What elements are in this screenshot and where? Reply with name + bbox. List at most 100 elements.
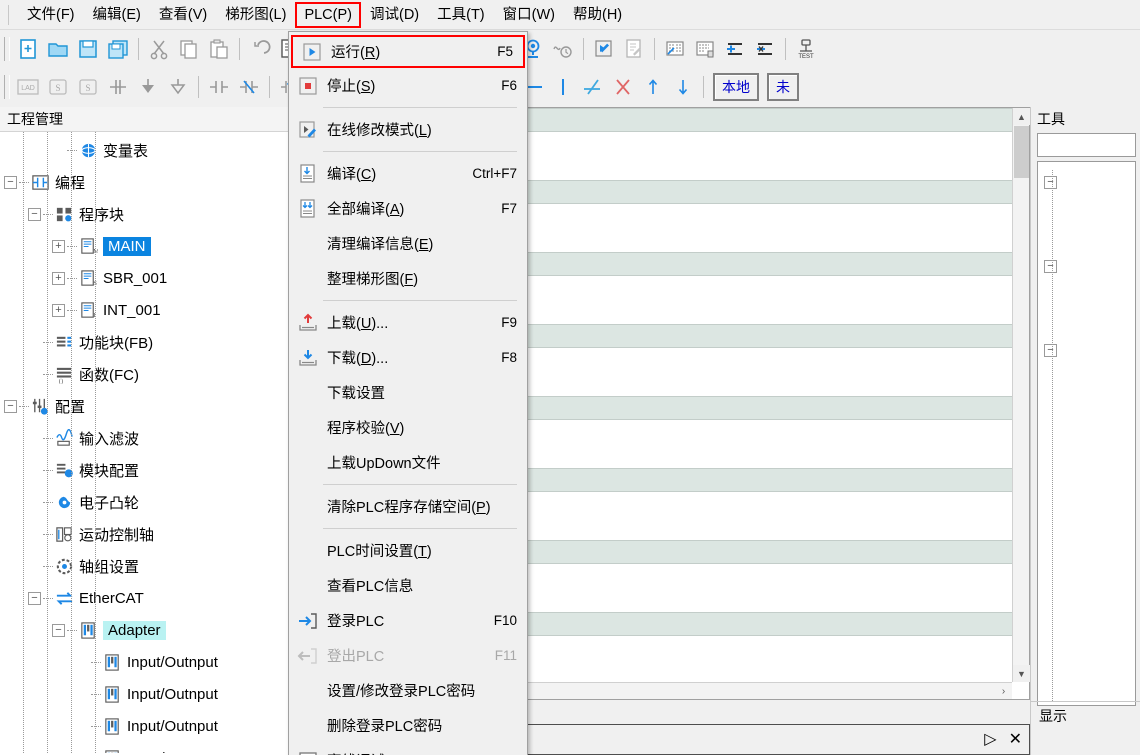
expander-plus-icon[interactable]: + xyxy=(52,239,65,253)
tree-item-input-filter[interactable]: 输入滤波 xyxy=(0,422,289,454)
tree-item-axis-group[interactable]: 轴组设置 xyxy=(0,550,289,582)
menu-tools[interactable]: 工具(T) xyxy=(428,2,494,28)
tree-item-program-blocks[interactable]: − 程序块 xyxy=(0,198,289,230)
new-file-icon[interactable] xyxy=(13,34,43,64)
menu-stop[interactable]: 停止(S) F6 xyxy=(289,68,527,103)
tree-item-function-block[interactable]: 功能块(FB) xyxy=(0,326,289,358)
stl2-icon[interactable]: S xyxy=(73,72,103,102)
toolbar-unconnected-button[interactable]: 未 xyxy=(767,73,799,101)
menu-tidy-ladder[interactable]: 整理梯形图(F) xyxy=(289,261,527,296)
tree-item-function[interactable]: () 函数(FC) xyxy=(0,358,289,390)
menu-upload-updown-file[interactable]: 上载UpDown文件 xyxy=(289,445,527,480)
menu-edit[interactable]: 编辑(E) xyxy=(84,2,150,28)
menu-clear-compile-info[interactable]: 清理编译信息(E) xyxy=(289,226,527,261)
cut-icon[interactable] xyxy=(144,34,174,64)
output-play-icon[interactable]: ▷ xyxy=(981,731,999,748)
tree-item-adapter[interactable]: − Adapter xyxy=(0,614,289,646)
delete-row-icon[interactable] xyxy=(750,34,780,64)
menu-delete-plc-password[interactable]: 删除登录PLC密码 xyxy=(289,708,527,743)
tool-panel-search-input[interactable] xyxy=(1037,133,1136,157)
menu-view[interactable]: 查看(V) xyxy=(150,2,216,28)
tree-item-io-3[interactable]: Input/Outnput xyxy=(0,710,289,742)
down-solid-icon[interactable] xyxy=(133,72,163,102)
vertical-scroll-thumb[interactable] xyxy=(1014,126,1029,178)
menu-compile-all[interactable]: 全部编译(A) F7 xyxy=(289,191,527,226)
cross-ref-del-icon[interactable] xyxy=(690,34,720,64)
save-all-icon[interactable] xyxy=(103,34,133,64)
menu-upload[interactable]: 上载(U)... F9 xyxy=(289,305,527,340)
trend-icon[interactable] xyxy=(548,34,578,64)
paste-icon[interactable] xyxy=(204,34,234,64)
menu-view-plc-info[interactable]: 查看PLC信息 xyxy=(289,568,527,603)
tree-item-ethercat[interactable]: − EtherCAT xyxy=(0,582,289,614)
stl-icon[interactable]: S xyxy=(43,72,73,102)
tree-item-main[interactable]: +MMAIN xyxy=(0,230,289,262)
menu-clear-plc-storage[interactable]: 清除PLC程序存储空间(P) xyxy=(289,489,527,524)
save-icon[interactable] xyxy=(73,34,103,64)
down-hollow-icon[interactable] xyxy=(163,72,193,102)
expander-minus-icon[interactable]: − xyxy=(52,623,65,637)
tree-item-io-1[interactable]: Input/Outnput xyxy=(0,646,289,678)
scroll-down-icon[interactable]: ▼ xyxy=(1013,665,1030,682)
expander-minus-icon[interactable]: − xyxy=(4,175,17,189)
project-tree[interactable]: 变量表 − 编程 − 程序块 +MMAIN+SSBR_001+IINT_001 功能块(FB… xyxy=(0,132,289,753)
menu-set-plc-password[interactable]: 设置/修改登录PLC密码 xyxy=(289,673,527,708)
del-hline-icon[interactable] xyxy=(578,72,608,102)
tree-item-programming[interactable]: − 编程 xyxy=(0,166,289,198)
tool-panel-tree[interactable]: − − − xyxy=(1037,161,1136,706)
menu-download[interactable]: 下载(D)... F8 xyxy=(289,340,527,375)
tree-item-int-001[interactable]: + I INT_001 xyxy=(0,294,289,326)
expander-plus-icon[interactable]: + xyxy=(52,271,65,285)
expander-minus-icon[interactable]: − xyxy=(28,207,41,221)
scroll-up-icon[interactable]: ▲ xyxy=(1013,108,1030,125)
tree-item-io-4[interactable]: Input/Outnput xyxy=(0,742,289,753)
menu-download-settings[interactable]: 下载设置 xyxy=(289,375,527,410)
arrow-down-icon[interactable] xyxy=(668,72,698,102)
menu-file[interactable]: 文件(F) xyxy=(18,2,84,28)
toolbar-grip-2[interactable] xyxy=(4,75,10,99)
menu-debug[interactable]: 调试(D) xyxy=(361,2,428,28)
del-vline-icon[interactable] xyxy=(608,72,638,102)
tree-item-variable-table[interactable]: 变量表 xyxy=(0,134,289,166)
menu-compile[interactable]: 编译(C) Ctrl+F7 xyxy=(289,156,527,191)
tree-item-io-2[interactable]: Input/Outnput xyxy=(0,678,289,710)
open-folder-icon[interactable] xyxy=(43,34,73,64)
contact-no-icon[interactable] xyxy=(204,72,234,102)
arrow-up-icon[interactable] xyxy=(638,72,668,102)
edit-doc-icon[interactable] xyxy=(619,34,649,64)
menu-program-verify[interactable]: 程序校验(V) xyxy=(289,410,527,445)
tree-item-motion-axis[interactable]: 运动控制轴 xyxy=(0,518,289,550)
expander-minus-icon[interactable]: − xyxy=(1044,175,1057,189)
menu-offline-debug[interactable]: 离线调试 xyxy=(289,743,527,755)
tree-item-electronic-cam[interactable]: 电子凸轮 xyxy=(0,486,289,518)
output-close-icon[interactable]: ✕ xyxy=(1006,731,1025,748)
copy-icon[interactable] xyxy=(174,34,204,64)
tree-item-config[interactable]: − 配置 xyxy=(0,390,289,422)
expander-minus-icon[interactable]: − xyxy=(28,591,41,605)
insert-row-icon[interactable] xyxy=(720,34,750,64)
menu-help[interactable]: 帮助(H) xyxy=(564,2,631,28)
menu-plc-time-settings[interactable]: PLC时间设置(T) xyxy=(289,533,527,568)
toolbar-grip-1[interactable] xyxy=(4,37,10,61)
menu-run[interactable]: 运行(R) F5 xyxy=(291,35,525,68)
expander-minus-icon[interactable]: − xyxy=(4,399,17,413)
editor-vertical-scrollbar[interactable]: ▲ ▼ xyxy=(1012,108,1030,682)
menu-plc[interactable]: PLC(P) xyxy=(295,1,361,28)
undo-icon[interactable] xyxy=(245,34,275,64)
tree-item-module-config[interactable]: 模块配置 xyxy=(0,454,289,486)
online-edit-icon[interactable] xyxy=(589,34,619,64)
lad-icon[interactable]: LAD xyxy=(13,72,43,102)
tree-item-sbr-001[interactable]: + S SBR_001 xyxy=(0,262,289,294)
insert-branch-icon[interactable] xyxy=(103,72,133,102)
contact-nc2-icon[interactable] xyxy=(234,72,264,102)
menu-ladder[interactable]: 梯形图(L) xyxy=(216,2,295,28)
menu-window[interactable]: 窗口(W) xyxy=(494,2,564,28)
toolbar-local-button[interactable]: 本地 xyxy=(713,73,759,101)
test-icon[interactable]: TEST xyxy=(791,34,821,64)
vline-icon[interactable] xyxy=(548,72,578,102)
expander-plus-icon[interactable]: + xyxy=(52,303,65,317)
expander-minus-icon[interactable]: − xyxy=(1044,343,1057,357)
tool-panel-footer[interactable]: 显示 xyxy=(1031,701,1140,729)
menu-online-edit-mode[interactable]: 在线修改模式(L) xyxy=(289,112,527,147)
menu-login-plc[interactable]: 登录PLC F10 xyxy=(289,603,527,638)
